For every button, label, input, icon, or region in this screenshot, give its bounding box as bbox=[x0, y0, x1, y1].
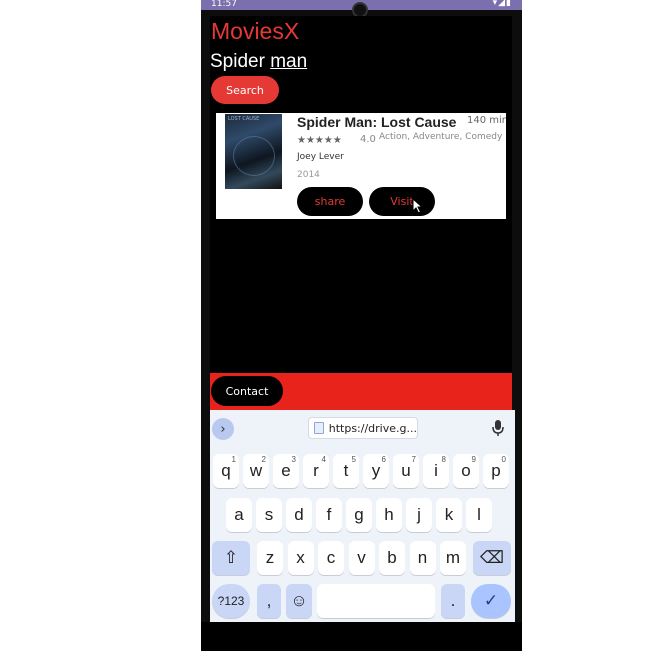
key-v[interactable]: v bbox=[348, 541, 375, 575]
key-letter: r bbox=[313, 461, 319, 480]
key-h[interactable]: h bbox=[376, 498, 402, 532]
backspace-key[interactable]: ⌫ bbox=[473, 541, 511, 575]
key-o[interactable]: o9 bbox=[453, 454, 479, 488]
key-j[interactable]: j bbox=[406, 498, 432, 532]
key-number-hint: 2 bbox=[261, 455, 266, 464]
rating-stars-icon: ★★★★★ bbox=[297, 135, 342, 146]
movie-director: Joey Lever bbox=[297, 152, 344, 162]
share-button[interactable]: share bbox=[297, 187, 363, 216]
movie-genres: Action, Adventure, Comedy bbox=[379, 132, 503, 142]
movie-card[interactable]: LOST CAUSE Spider Man: Lost Cause 140 mi… bbox=[216, 113, 506, 219]
key-x[interactable]: x bbox=[287, 541, 314, 575]
key-u[interactable]: u7 bbox=[393, 454, 419, 488]
clipboard-suggestion[interactable]: https://drive.g... bbox=[308, 417, 418, 439]
key-letter: u bbox=[401, 461, 411, 480]
key-number-hint: 6 bbox=[381, 455, 386, 464]
navigation-bar bbox=[201, 622, 522, 651]
clipboard-icon bbox=[314, 422, 324, 434]
key-number-hint: 5 bbox=[351, 455, 356, 464]
mouse-cursor-icon bbox=[412, 198, 424, 214]
footer-bar: Contact bbox=[210, 373, 512, 410]
key-l[interactable]: l bbox=[466, 498, 492, 532]
key-c[interactable]: c bbox=[318, 541, 344, 575]
app-screen: MoviesX Spider man Search LOST CAUSE Spi… bbox=[210, 16, 512, 410]
comma-key[interactable]: , bbox=[257, 584, 281, 618]
app-title: MoviesX bbox=[211, 18, 300, 44]
key-letter: y bbox=[371, 461, 381, 480]
key-letter: i bbox=[434, 461, 438, 480]
key-number-hint: 1 bbox=[231, 455, 236, 464]
contact-button[interactable]: Contact bbox=[211, 376, 283, 406]
key-number-hint: 7 bbox=[411, 455, 416, 464]
key-m[interactable]: m bbox=[440, 541, 466, 575]
movie-poster: LOST CAUSE bbox=[225, 114, 282, 189]
search-button[interactable]: Search bbox=[211, 76, 279, 104]
soft-keyboard: › https://drive.g... q1w2e3r4t5y6u7i8o9p… bbox=[210, 410, 515, 622]
key-k[interactable]: k bbox=[436, 498, 462, 532]
symbols-key[interactable]: ?123 bbox=[212, 584, 250, 618]
key-letter: e bbox=[281, 461, 291, 480]
key-q[interactable]: q1 bbox=[213, 454, 239, 488]
movie-runtime: 140 min bbox=[467, 115, 506, 126]
key-y[interactable]: y6 bbox=[363, 454, 389, 488]
key-e[interactable]: e3 bbox=[273, 454, 299, 488]
search-text-composing: man bbox=[270, 51, 308, 72]
visit-button[interactable]: Visit bbox=[369, 187, 435, 216]
key-t[interactable]: t5 bbox=[333, 454, 359, 488]
period-key[interactable]: . bbox=[441, 584, 465, 618]
movie-year: 2014 bbox=[297, 170, 320, 180]
mic-icon[interactable] bbox=[492, 419, 504, 437]
key-letter: q bbox=[221, 461, 231, 480]
key-number-hint: 3 bbox=[291, 455, 296, 464]
key-number-hint: 8 bbox=[441, 455, 446, 464]
poster-text: LOST CAUSE bbox=[228, 116, 260, 122]
key-f[interactable]: f bbox=[316, 498, 342, 532]
key-n[interactable]: n bbox=[409, 541, 436, 575]
movie-rating: 4.0 bbox=[360, 134, 376, 145]
clipboard-url: https://drive.g... bbox=[328, 421, 417, 435]
key-number-hint: 4 bbox=[321, 455, 326, 464]
key-b[interactable]: b bbox=[379, 541, 405, 575]
key-s[interactable]: s bbox=[256, 498, 282, 532]
key-r[interactable]: r4 bbox=[303, 454, 329, 488]
emoji-key[interactable]: ☺ bbox=[286, 584, 312, 618]
key-a[interactable]: a bbox=[226, 498, 252, 532]
poster-web-graphic bbox=[233, 136, 275, 176]
key-number-hint: 0 bbox=[501, 455, 506, 464]
movie-title: Spider Man: Lost Cause bbox=[297, 114, 457, 130]
enter-key[interactable]: ✓ bbox=[471, 584, 511, 618]
search-text: Spider bbox=[210, 51, 271, 72]
keyboard-toolbar: › https://drive.g... bbox=[210, 410, 515, 446]
key-g[interactable]: g bbox=[346, 498, 372, 532]
key-letter: t bbox=[343, 461, 349, 480]
status-icons: ▾◢▮ bbox=[492, 0, 512, 8]
key-letter: o bbox=[461, 461, 471, 480]
key-z[interactable]: z bbox=[257, 541, 283, 575]
key-letter: w bbox=[249, 461, 263, 480]
chevron-right-icon[interactable]: › bbox=[212, 418, 234, 440]
key-d[interactable]: d bbox=[286, 498, 312, 532]
search-input[interactable]: Spider man bbox=[210, 51, 307, 73]
key-p[interactable]: p0 bbox=[483, 454, 509, 488]
key-w[interactable]: w2 bbox=[243, 454, 269, 488]
key-number-hint: 9 bbox=[471, 455, 476, 464]
shift-key[interactable]: ⇧ bbox=[212, 541, 250, 575]
space-key[interactable] bbox=[317, 584, 435, 618]
status-time: 11:57 bbox=[211, 0, 237, 9]
key-i[interactable]: i8 bbox=[423, 454, 449, 488]
key-letter: p bbox=[491, 461, 501, 480]
